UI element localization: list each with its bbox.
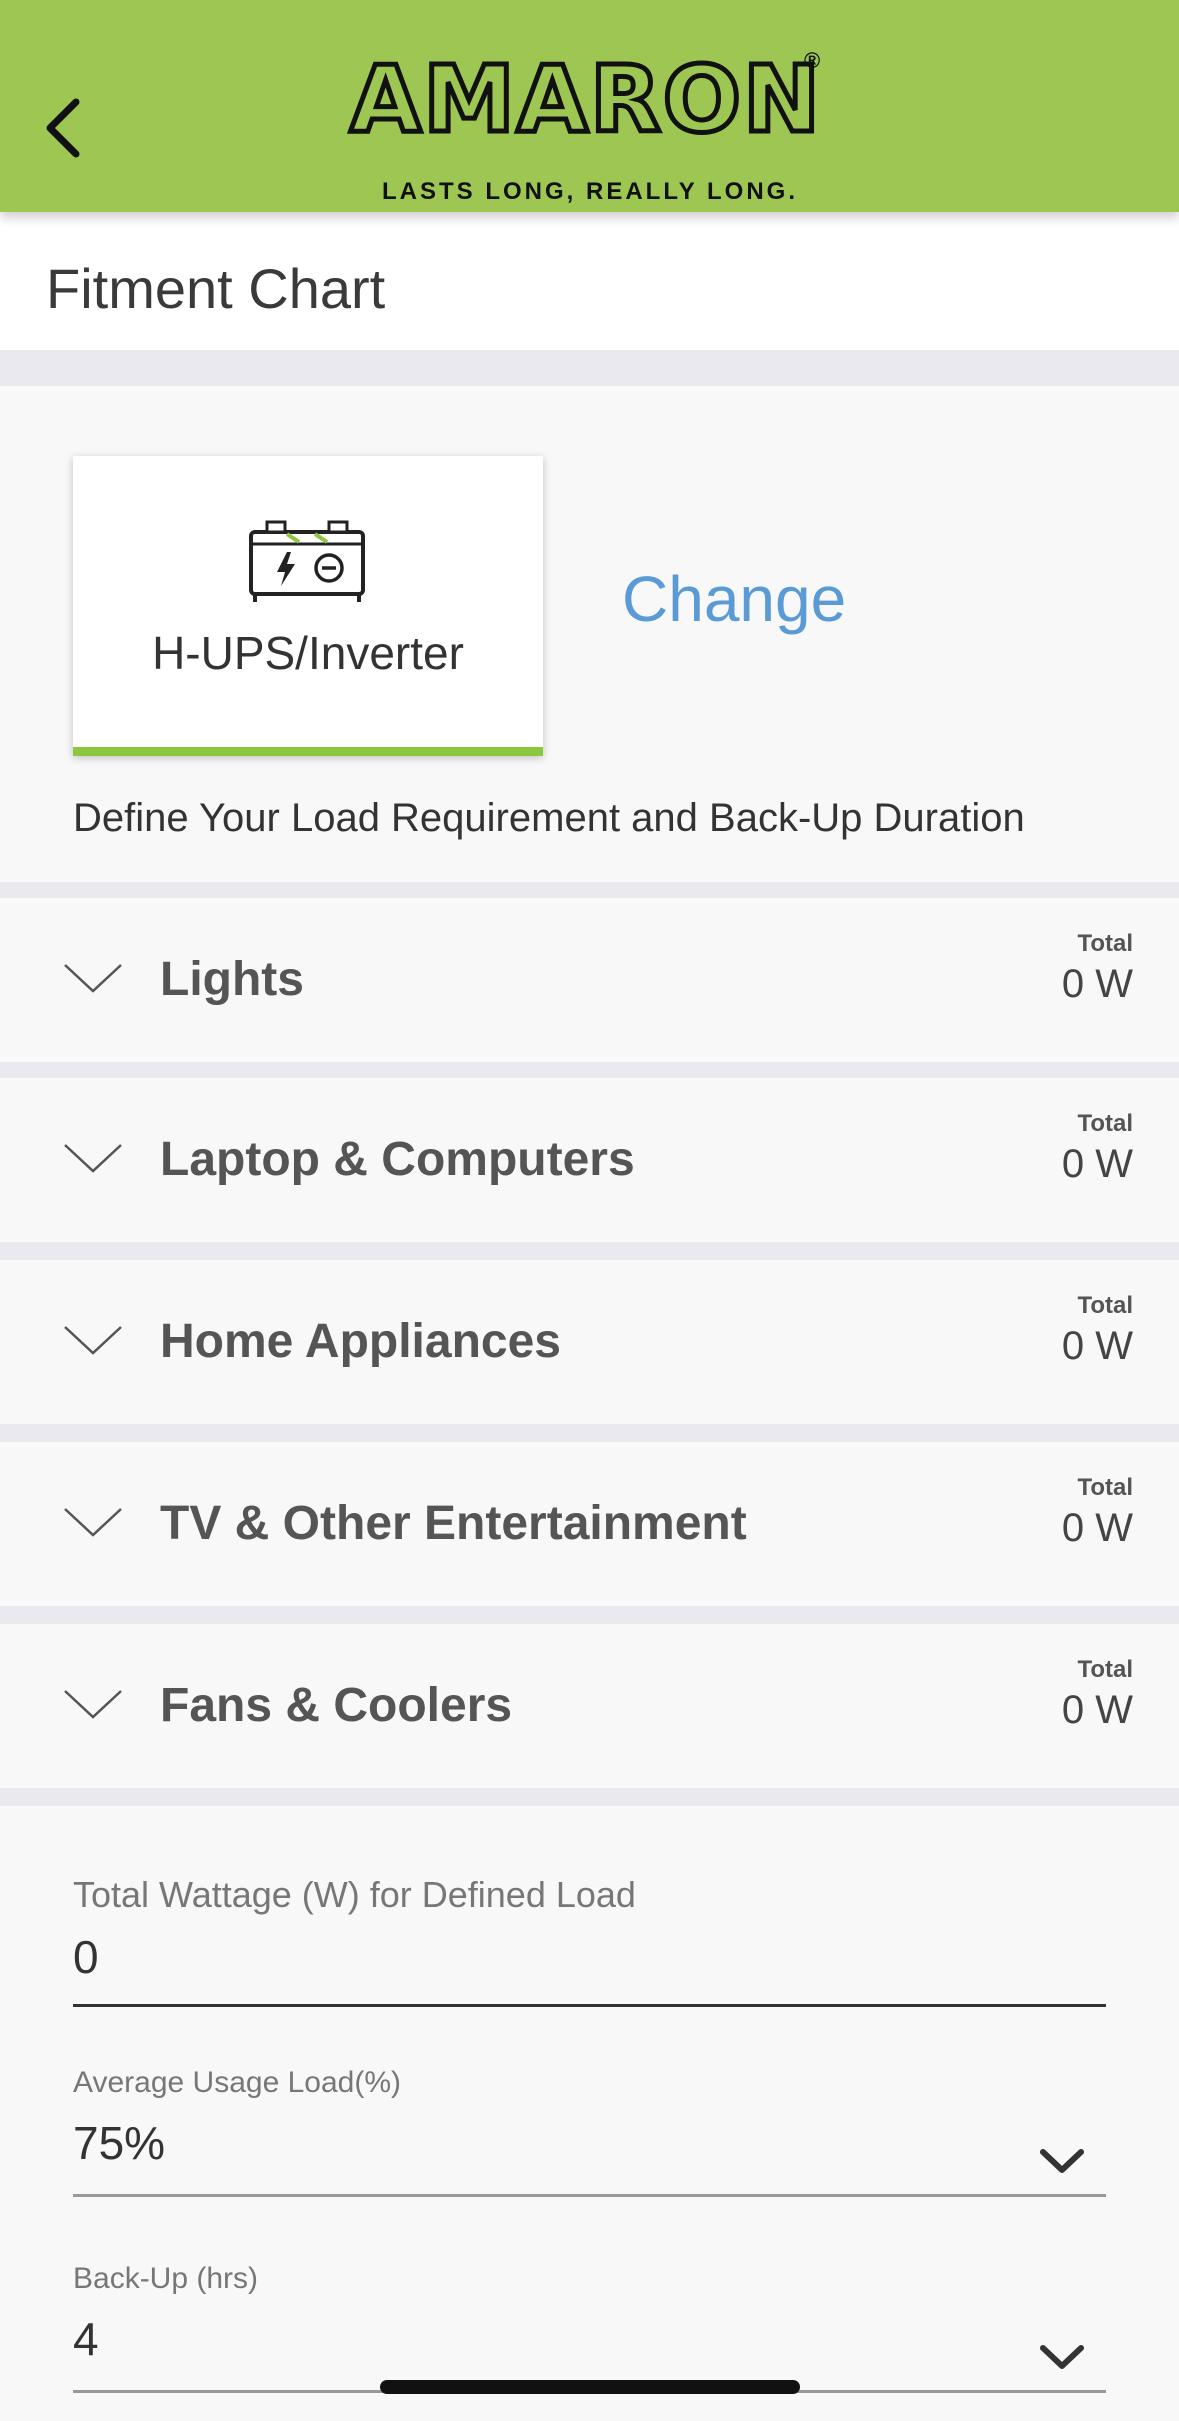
field-label: Average Usage Load(%) (73, 2066, 401, 2099)
average-usage-field[interactable]: Average Usage Load(%) 75% (73, 2066, 1106, 2206)
backup-value[interactable]: 4 (73, 2312, 1013, 2366)
row-divider (0, 1606, 1179, 1624)
category-row-home-appliances[interactable]: Home Appliances Total 0 W (0, 1260, 1179, 1424)
total-wattage-field: Total Wattage (W) for Defined Load (73, 1874, 1106, 2014)
field-underline (73, 2194, 1106, 2197)
page-title: Fitment Chart (46, 257, 386, 320)
brand-tagline: LASTS LONG, REALLY LONG. (381, 178, 799, 205)
product-section: H-UPS/Inverter Change Define Your Load R… (0, 386, 1179, 882)
category-row-laptop-computers[interactable]: Laptop & Computers Total 0 W (0, 1078, 1179, 1242)
chevron-down-icon (64, 964, 122, 993)
category-row-fans-coolers[interactable]: Fans & Coolers Total 0 W (0, 1624, 1179, 1788)
chevron-down-icon (64, 1690, 122, 1719)
category-label: Fans & Coolers (160, 1679, 513, 1732)
field-label: Back-Up (hrs) (73, 2262, 259, 2295)
chevron-down-icon[interactable] (1038, 2342, 1086, 2372)
total-value: 0 W (1061, 1506, 1133, 1550)
chevron-down-icon (64, 1326, 122, 1355)
product-name: H-UPS/Inverter (152, 627, 464, 679)
total-value: 0 W (1061, 962, 1133, 1006)
title-bar: Fitment Chart (0, 212, 1179, 350)
total-wattage-input[interactable] (73, 1930, 1013, 1984)
category-row-tv-entertainment[interactable]: TV & Other Entertainment Total 0 W (0, 1442, 1179, 1606)
amaron-logo: AMARON ® (348, 46, 830, 153)
category-label: Home Appliances (160, 1315, 561, 1368)
chevron-left-icon (46, 98, 80, 158)
total-label: Total (1077, 1656, 1133, 1683)
row-divider (0, 1062, 1179, 1078)
category-label: Lights (160, 953, 304, 1006)
total-label: Total (1077, 1110, 1133, 1137)
product-card[interactable]: H-UPS/Inverter (73, 456, 543, 756)
total-value: 0 W (1061, 1142, 1133, 1186)
category-label: TV & Other Entertainment (160, 1497, 747, 1550)
brand-name: AMARON (348, 46, 823, 153)
category-label: Laptop & Computers (160, 1133, 635, 1186)
field-label: Total Wattage (W) for Defined Load (73, 1874, 636, 1915)
total-label: Total (1077, 1292, 1133, 1319)
section-divider (0, 350, 1179, 386)
battery-icon (249, 520, 365, 602)
registered-mark: ® (804, 48, 821, 73)
chevron-down-icon (64, 1144, 122, 1173)
category-row-lights[interactable]: Lights Total 0 W (0, 898, 1179, 1062)
change-link[interactable]: Change (622, 562, 846, 636)
total-value: 0 W (1061, 1688, 1133, 1732)
chevron-down-icon[interactable] (1038, 2146, 1086, 2176)
home-indicator[interactable] (380, 2380, 800, 2394)
section-divider (0, 882, 1179, 898)
row-divider (0, 1788, 1179, 1806)
average-usage-value[interactable]: 75% (73, 2116, 1013, 2170)
define-instruction: Define Your Load Requirement and Back-Up… (73, 796, 1025, 840)
field-underline (73, 2004, 1106, 2007)
total-value: 0 W (1061, 1324, 1133, 1368)
row-divider (0, 1242, 1179, 1260)
back-button[interactable] (36, 88, 96, 168)
total-label: Total (1077, 930, 1133, 957)
total-label: Total (1077, 1474, 1133, 1501)
load-form: Total Wattage (W) for Defined Load Avera… (0, 1806, 1179, 2421)
chevron-down-icon (64, 1508, 122, 1537)
row-divider (0, 1424, 1179, 1442)
app-header: AMARON ® LASTS LONG, REALLY LONG. (0, 0, 1179, 212)
